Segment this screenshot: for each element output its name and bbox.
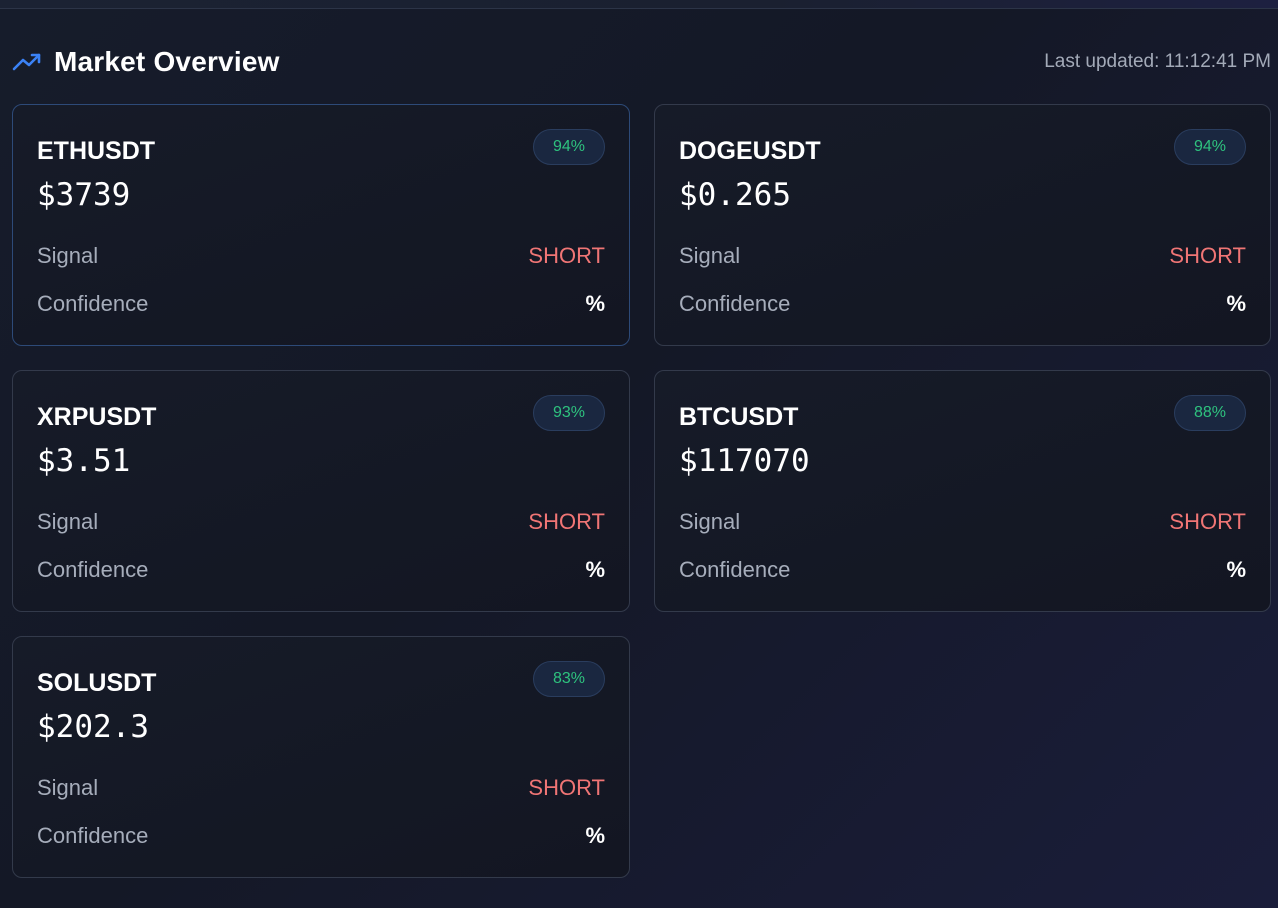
confidence-badge: 83% [533,661,605,697]
trending-up-icon [12,51,42,73]
signal-value: SHORT [528,775,605,800]
signal-row: Signal SHORT [37,243,605,269]
title-group: Market Overview [12,46,280,78]
confidence-label: Confidence [679,291,791,316]
confidence-badge: 94% [533,129,605,165]
signal-row: Signal SHORT [679,243,1246,269]
market-card-solusdt[interactable]: SOLUSDT $202.3 83% Signal SHORT Confiden… [12,636,630,878]
confidence-label: Confidence [37,823,149,848]
market-overview-header: Market Overview Last updated: 11:12:41 P… [12,40,1271,84]
card-symbol: XRPUSDT [37,403,157,431]
card-price: $117070 [679,443,810,479]
signal-value: SHORT [528,509,605,534]
signal-row: Signal SHORT [679,509,1246,535]
signal-row: Signal SHORT [37,509,605,535]
signal-value: SHORT [1169,243,1246,268]
page-title: Market Overview [54,46,280,77]
market-card-dogeusdt[interactable]: DOGEUSDT $0.265 94% Signal SHORT Confide… [654,104,1271,346]
card-symbol: BTCUSDT [679,403,799,431]
market-card-xrpusdt[interactable]: XRPUSDT $3.51 93% Signal SHORT Confidenc… [12,370,630,612]
confidence-label: Confidence [679,557,791,582]
confidence-value: % [585,557,605,582]
market-card-btcusdt[interactable]: BTCUSDT $117070 88% Signal SHORT Confide… [654,370,1271,612]
signal-row: Signal SHORT [37,775,605,801]
confidence-value: % [1226,291,1246,316]
signal-value: SHORT [528,243,605,268]
card-price: $0.265 [679,177,791,213]
signal-label: Signal [679,243,741,268]
signal-label: Signal [37,243,99,268]
signal-value: SHORT [1169,509,1246,534]
signal-label: Signal [37,509,99,534]
confidence-badge: 93% [533,395,605,431]
signal-label: Signal [679,509,741,534]
confidence-badge: 88% [1174,395,1246,431]
top-divider [0,0,1278,9]
last-updated-text: Last updated: 11:12:41 PM [1044,51,1271,72]
card-price: $202.3 [37,709,149,745]
confidence-value: % [585,291,605,316]
confidence-row: Confidence % [679,557,1246,583]
confidence-row: Confidence % [679,291,1246,317]
confidence-value: % [1226,557,1246,582]
signal-label: Signal [37,775,99,800]
confidence-row: Confidence % [37,291,605,317]
confidence-label: Confidence [37,291,149,316]
confidence-row: Confidence % [37,557,605,583]
confidence-value: % [585,823,605,848]
card-symbol: SOLUSDT [37,669,157,697]
card-symbol: DOGEUSDT [679,137,821,165]
market-card-ethusdt[interactable]: ETHUSDT $3739 94% Signal SHORT Confidenc… [12,104,630,346]
confidence-badge: 94% [1174,129,1246,165]
card-price: $3739 [37,177,131,213]
confidence-label: Confidence [37,557,149,582]
confidence-row: Confidence % [37,823,605,849]
card-price: $3.51 [37,443,131,479]
card-symbol: ETHUSDT [37,137,156,165]
market-card-grid: ETHUSDT $3739 94% Signal SHORT Confidenc… [12,104,1271,878]
